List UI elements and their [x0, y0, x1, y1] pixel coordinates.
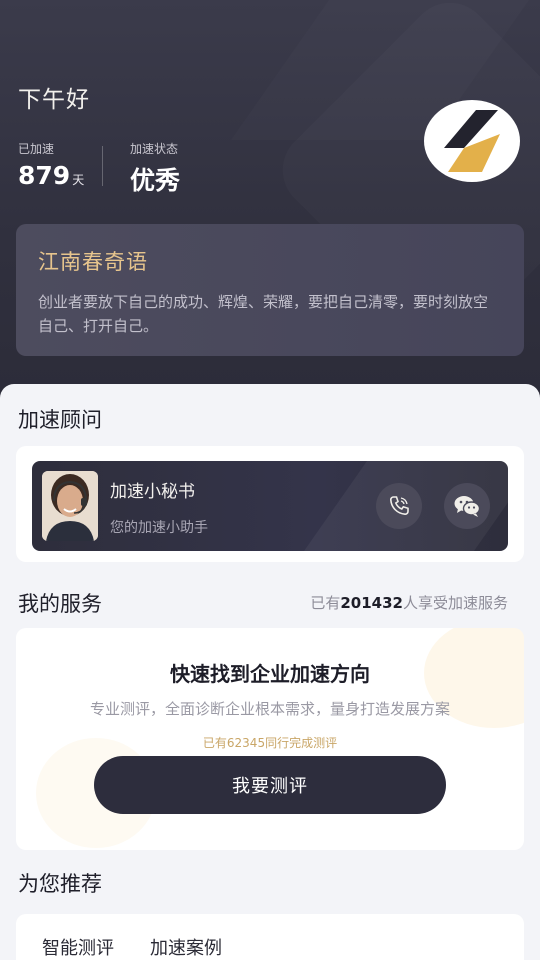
assessment-description: 专业测评，全面诊断企业根本需求，量身打造发展方案: [89, 700, 450, 718]
advisor-section: 加速小秘书 您的加速小助手: [16, 446, 524, 562]
avatar: [42, 471, 98, 541]
recommend-card: 智能测评 加速案例: [16, 914, 524, 960]
lightning-icon: [444, 110, 500, 172]
start-assessment-button[interactable]: 我要测评: [94, 756, 446, 814]
tab-smart-assessment[interactable]: 智能测评: [42, 934, 114, 960]
quote-card[interactable]: 江南春奇语 创业者要放下自己的成功、辉煌、荣耀，要把自己清零，要时刻放空自己、打…: [16, 224, 524, 356]
assessment-completed-note: 已有62345同行完成测评: [202, 736, 338, 750]
accelerate-status-value: 优秀: [130, 166, 181, 195]
advisor-section-title: 加速顾问: [18, 408, 102, 432]
services-section-title: 我的服务: [18, 592, 102, 616]
phone-icon: [390, 496, 409, 516]
assessment-card: 快速找到企业加速方向 专业测评，全面诊断企业根本需求，量身打造发展方案 已有62…: [16, 628, 524, 850]
content-panel: 加速顾问 加速小秘书 您的加速小助手 我的服务 已有201432人享受加速服务 …: [0, 384, 540, 960]
service-count-value: 201432: [340, 594, 403, 612]
greeting-text: 下午好: [18, 87, 90, 113]
accelerate-status-label: 加速状态: [130, 142, 179, 156]
service-count-suffix: 人享受加速服务: [402, 594, 508, 612]
accelerated-days-label: 已加速: [18, 142, 55, 156]
wechat-icon: [454, 496, 481, 517]
quote-text: 创业者要放下自己的成功、辉煌、荣耀，要把自己清零，要时刻放空自己、打开自己。: [38, 293, 489, 335]
service-user-count: 已有201432人享受加速服务: [310, 592, 508, 613]
wechat-button[interactable]: [444, 483, 490, 529]
call-button[interactable]: [376, 483, 422, 529]
recommend-section-title: 为您推荐: [18, 872, 102, 896]
app-logo[interactable]: [424, 100, 520, 182]
advisor-subtitle: 您的加速小助手: [110, 520, 208, 536]
advisor-name: 加速小秘书: [110, 482, 195, 502]
accelerate-status-stat: 加速状态 优秀: [130, 140, 180, 197]
accelerated-days-stat: 已加速 879 天: [18, 140, 84, 190]
accelerated-days-unit: 天: [72, 173, 85, 187]
assessment-title: 快速找到企业加速方向: [170, 662, 370, 686]
tab-acceleration-cases[interactable]: 加速案例: [150, 934, 222, 960]
accelerated-days-value: 879: [18, 161, 71, 190]
service-count-prefix: 已有: [310, 594, 341, 612]
stat-divider: [102, 146, 103, 186]
quote-title: 江南春奇语: [38, 250, 148, 274]
advisor-card[interactable]: 加速小秘书 您的加速小助手: [32, 461, 508, 551]
header-banner: 下午好 已加速 879 天 加速状态 优秀 江南春奇语 创业者要放下自己的成功、…: [0, 0, 540, 400]
